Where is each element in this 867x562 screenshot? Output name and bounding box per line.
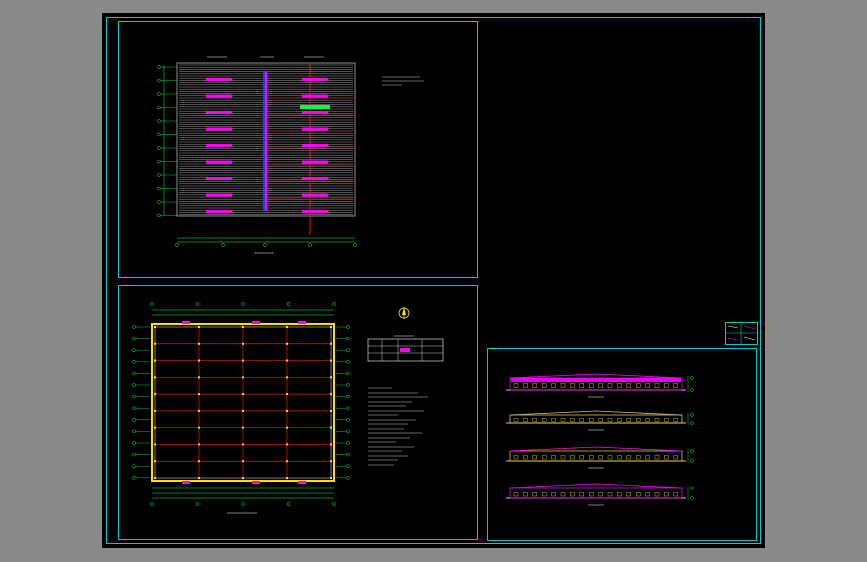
roof-plan-frame — [118, 21, 478, 278]
title-block-frame — [725, 322, 758, 345]
elevations-frame — [487, 348, 757, 541]
cad-viewport[interactable] — [0, 0, 867, 562]
floor-plan-frame — [118, 285, 478, 540]
drawing-sheet — [102, 13, 765, 548]
